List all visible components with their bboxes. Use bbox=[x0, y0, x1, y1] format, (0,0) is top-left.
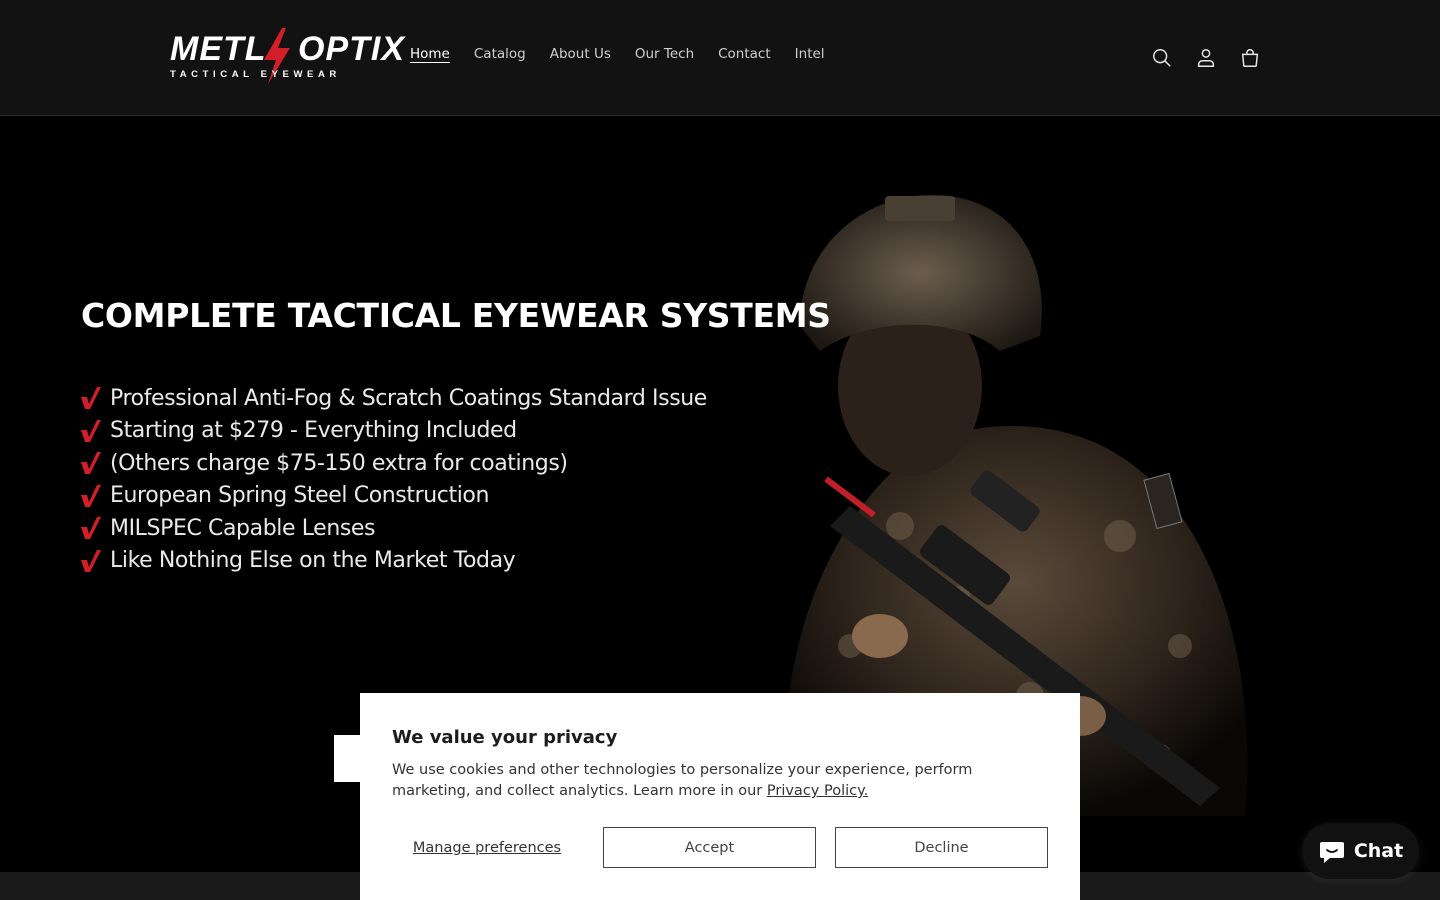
feature-text: (Others charge $75-150 extra for coating… bbox=[110, 450, 568, 476]
search-icon bbox=[1153, 49, 1171, 67]
feature-text: MILSPEC Capable Lenses bbox=[110, 515, 376, 541]
list-item: Professional Anti-Fog & Scratch Coatings… bbox=[80, 382, 707, 415]
chat-button[interactable]: Chat bbox=[1302, 823, 1419, 879]
list-item: (Others charge $75-150 extra for coating… bbox=[80, 447, 707, 480]
checkmark-icon bbox=[81, 549, 101, 572]
header-icons bbox=[1142, 36, 1270, 80]
nav-item-contact[interactable]: Contact bbox=[706, 44, 783, 70]
nav-item-home[interactable]: Home bbox=[398, 44, 462, 70]
nav-item-intel[interactable]: Intel bbox=[783, 44, 837, 70]
list-item: Like Nothing Else on the Market Today bbox=[80, 545, 707, 578]
account-button[interactable] bbox=[1186, 36, 1226, 80]
feature-list: Professional Anti-Fog & Scratch Coatings… bbox=[80, 382, 707, 577]
manage-preferences-button[interactable]: Manage preferences bbox=[392, 827, 582, 868]
nav-item-catalog[interactable]: Catalog bbox=[462, 44, 538, 70]
feature-text: Professional Anti-Fog & Scratch Coatings… bbox=[110, 385, 707, 411]
checkmark-icon bbox=[81, 452, 101, 475]
logo-tagline: TACTICAL EYEWEAR bbox=[170, 69, 341, 80]
site-header: METL OPTIX TACTICAL EYEWEAR Home Catalog… bbox=[0, 0, 1440, 116]
list-item: Starting at $279 - Everything Included bbox=[80, 415, 707, 448]
chat-label: Chat bbox=[1353, 840, 1404, 862]
feature-text: Like Nothing Else on the Market Today bbox=[110, 548, 516, 574]
logo-text-right: OPTIX bbox=[298, 30, 406, 68]
checkmark-icon bbox=[81, 484, 101, 507]
cart-icon bbox=[1241, 49, 1259, 67]
main-nav: Home Catalog About Us Our Tech Contact I… bbox=[398, 44, 837, 70]
nav-item-our-tech[interactable]: Our Tech bbox=[623, 44, 706, 70]
account-icon bbox=[1197, 49, 1215, 67]
brand-logo[interactable]: METL OPTIX TACTICAL EYEWEAR bbox=[170, 26, 404, 90]
decline-button[interactable]: Decline bbox=[835, 827, 1048, 868]
privacy-title: We value your privacy bbox=[392, 727, 618, 748]
privacy-banner: We value your privacy We use cookies and… bbox=[360, 693, 1080, 900]
checkmark-icon bbox=[81, 517, 101, 540]
checkmark-icon bbox=[81, 387, 101, 410]
list-item: European Spring Steel Construction bbox=[80, 480, 707, 513]
cart-button[interactable] bbox=[1230, 36, 1270, 80]
privacy-body: We use cookies and other technologies to… bbox=[392, 760, 1032, 802]
search-button[interactable] bbox=[1142, 36, 1182, 80]
chat-bubble-icon bbox=[1319, 842, 1344, 863]
logo-text-left: METL bbox=[170, 30, 267, 68]
nav-item-about-us[interactable]: About Us bbox=[538, 44, 623, 70]
accept-button[interactable]: Accept bbox=[603, 827, 816, 868]
feature-text: European Spring Steel Construction bbox=[110, 483, 490, 509]
list-item: MILSPEC Capable Lenses bbox=[80, 512, 707, 545]
privacy-body-text: We use cookies and other technologies to… bbox=[392, 762, 973, 799]
checkmark-icon bbox=[81, 419, 101, 442]
hero-title: COMPLETE TACTICAL EYEWEAR SYSTEMS bbox=[81, 296, 831, 335]
feature-text: Starting at $279 - Everything Included bbox=[110, 418, 517, 444]
privacy-policy-link[interactable]: Privacy Policy. bbox=[767, 783, 868, 799]
